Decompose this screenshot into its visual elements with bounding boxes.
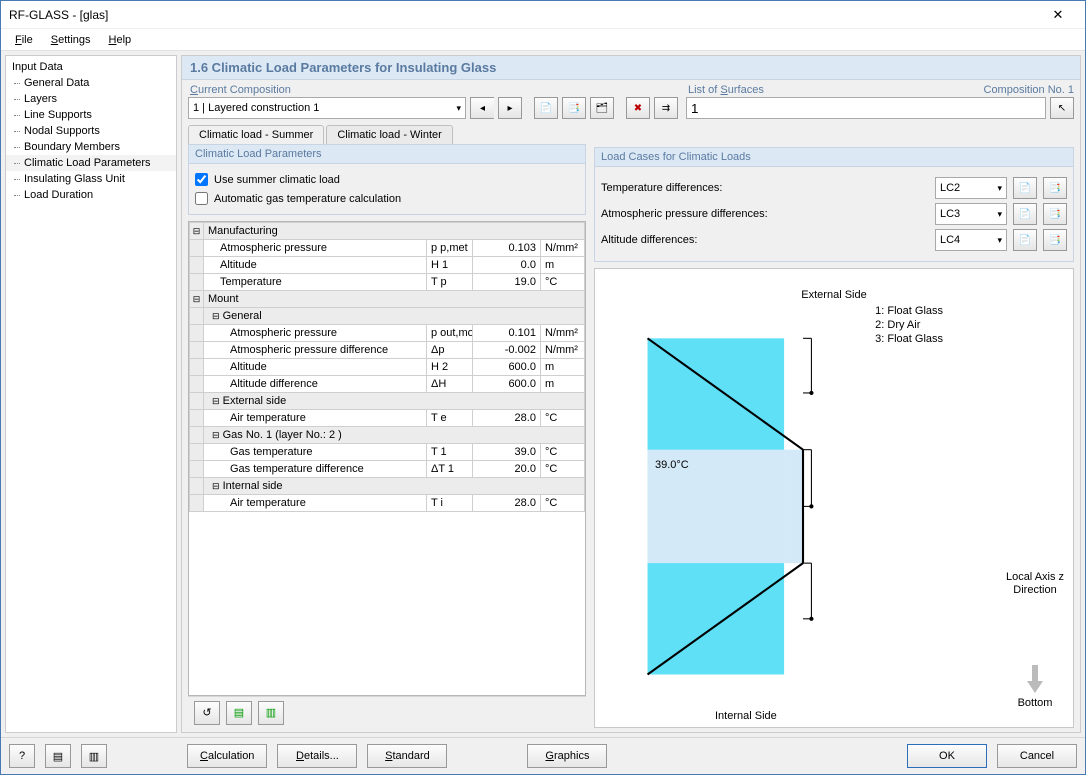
glass-diagram: External Side Internal Side 39.0°C 1: Fl… — [594, 268, 1074, 728]
use-summer-checkbox[interactable]: Use summer climatic load — [195, 173, 579, 186]
menu-file[interactable]: File — [7, 32, 41, 48]
nav-tree: Input Data General Data Layers Line Supp… — [5, 55, 177, 733]
surfaces-input[interactable] — [686, 97, 1046, 119]
footer-tool-1[interactable]: ▤ — [45, 744, 71, 768]
use-summer-label: Use summer climatic load — [214, 174, 340, 186]
toolbar-btn-2[interactable]: 📑 — [562, 97, 586, 119]
tree-nodal-supports[interactable]: Nodal Supports — [6, 123, 176, 139]
menu-settings[interactable]: Settings — [43, 32, 99, 48]
left-bottom-toolbar: ↺ ▤ ▥ — [188, 696, 586, 728]
auto-gas-input[interactable] — [195, 192, 208, 205]
footer: ? ▤ ▥ Calculation Details... Standard Gr… — [1, 737, 1085, 774]
help-button[interactable]: ? — [9, 744, 35, 768]
link-button[interactable]: ⇉ — [654, 97, 678, 119]
two-column: Climatic load - Summer Climatic load - W… — [182, 125, 1080, 732]
body: Input Data General Data Layers Line Supp… — [1, 51, 1085, 737]
ok-button[interactable]: OK — [907, 744, 987, 768]
down-arrow-icon — [1027, 665, 1043, 693]
lc-temp-new[interactable]: 📄 — [1013, 177, 1037, 199]
lc-temp-combo[interactable]: LC2▾ — [935, 177, 1007, 199]
export-button[interactable]: ▥ — [258, 701, 284, 725]
graphics-button[interactable]: Graphics — [527, 744, 607, 768]
diagram-svg — [595, 269, 1073, 727]
menubar: File Settings Help — [1, 29, 1085, 51]
surfaces-group: List of Surfaces Composition No. 1 ↖ — [686, 84, 1074, 119]
top-row: Current Composition 1 | Layered construc… — [182, 80, 1080, 125]
params-table: ⊟Manufacturing Atmospheric pressurep p,m… — [189, 222, 585, 512]
diagram-internal-label: Internal Side — [715, 710, 777, 722]
toolbar-btn-3[interactable]: 🗂 — [590, 97, 614, 119]
auto-gas-checkbox[interactable]: Automatic gas temperature calculation — [195, 192, 579, 205]
delete-button[interactable]: ✖ — [626, 97, 650, 119]
toolbar-btn-1[interactable]: 📄 — [534, 97, 558, 119]
tree-boundary-members[interactable]: Boundary Members — [6, 139, 176, 155]
lc-alt-edit[interactable]: 📑 — [1043, 229, 1067, 251]
close-button[interactable]: ✕ — [1039, 2, 1077, 28]
prev-button[interactable]: ◂ — [470, 97, 494, 119]
menu-help[interactable]: Help — [101, 32, 140, 48]
surfaces-title: List of Surfaces — [686, 84, 764, 96]
diagram-temp-label: 39.0°C — [655, 459, 689, 471]
tab-winter[interactable]: Climatic load - Winter — [326, 125, 453, 144]
footer-tool-2[interactable]: ▥ — [81, 744, 107, 768]
details-button[interactable]: Details... — [277, 744, 357, 768]
lc-atm-edit[interactable]: 📑 — [1043, 203, 1067, 225]
tree-layers[interactable]: Layers — [6, 91, 176, 107]
cancel-button[interactable]: Cancel — [997, 744, 1077, 768]
tree-root[interactable]: Input Data — [6, 59, 176, 75]
diagram-axis-label: Local Axis zDirection — [1005, 571, 1065, 597]
chevron-down-icon: ▾ — [456, 103, 461, 114]
lc-atm-combo[interactable]: LC3▾ — [935, 203, 1007, 225]
composition-combo[interactable]: 1 | Layered construction 1 ▾ — [188, 97, 466, 119]
lc-alt-label: Altitude differences: — [601, 234, 929, 246]
composition-no: Composition No. 1 — [984, 84, 1075, 97]
diagram-external-label: External Side — [801, 289, 866, 301]
use-summer-input[interactable] — [195, 173, 208, 186]
diagram-bottom-label: Bottom — [1005, 697, 1065, 709]
tabs: Climatic load - Summer Climatic load - W… — [188, 125, 586, 144]
standard-button[interactable]: Standard — [367, 744, 447, 768]
composition-value: 1 | Layered construction 1 — [193, 102, 319, 114]
titlebar: RF-GLASS - [glas] ✕ — [1, 1, 1085, 29]
app-window: RF-GLASS - [glas] ✕ File Settings Help I… — [0, 0, 1086, 775]
params-heading: Climatic Load Parameters — [188, 144, 586, 163]
lc-temp-label: Temperature differences: — [601, 182, 929, 194]
left-column: Climatic load - Summer Climatic load - W… — [188, 125, 586, 728]
calculation-button[interactable]: Calculation — [187, 744, 267, 768]
lc-alt-new[interactable]: 📄 — [1013, 229, 1037, 251]
lc-temp-edit[interactable]: 📑 — [1043, 177, 1067, 199]
next-button[interactable]: ▸ — [498, 97, 522, 119]
params-body: Use summer climatic load Automatic gas t… — [188, 163, 586, 215]
import-button[interactable]: ▤ — [226, 701, 252, 725]
lc-atm-new[interactable]: 📄 — [1013, 203, 1037, 225]
tree-insulating-glass-unit[interactable]: Insulating Glass Unit — [6, 171, 176, 187]
reset-button[interactable]: ↺ — [194, 701, 220, 725]
tree-climatic-load-parameters[interactable]: Climatic Load Parameters — [6, 155, 176, 171]
loadcases-heading: Load Cases for Climatic Loads — [594, 147, 1074, 166]
tree-load-duration[interactable]: Load Duration — [6, 187, 176, 203]
composition-group: Current Composition 1 | Layered construc… — [188, 84, 678, 119]
main-panel: 1.6 Climatic Load Parameters for Insulat… — [181, 55, 1081, 733]
tree-general-data[interactable]: General Data — [6, 75, 176, 91]
window-title: RF-GLASS - [glas] — [9, 8, 1039, 22]
loadcases-body: Temperature differences: LC2▾ 📄 📑 Atmosp… — [594, 166, 1074, 262]
auto-gas-label: Automatic gas temperature calculation — [214, 193, 401, 205]
tree-line-supports[interactable]: Line Supports — [6, 107, 176, 123]
lc-atm-label: Atmospheric pressure differences: — [601, 208, 929, 220]
page-title: 1.6 Climatic Load Parameters for Insulat… — [182, 56, 1080, 80]
params-grid: ⊟Manufacturing Atmospheric pressurep p,m… — [188, 221, 586, 696]
tab-summer[interactable]: Climatic load - Summer — [188, 125, 324, 144]
lc-alt-combo[interactable]: LC4▾ — [935, 229, 1007, 251]
pick-surface-button[interactable]: ↖ — [1050, 97, 1074, 119]
right-column: Load Cases for Climatic Loads Temperatur… — [594, 125, 1074, 728]
diagram-legend: 1: Float Glass 2: Dry Air 3: Float Glass — [875, 304, 943, 346]
composition-title: Current Composition — [188, 84, 678, 96]
